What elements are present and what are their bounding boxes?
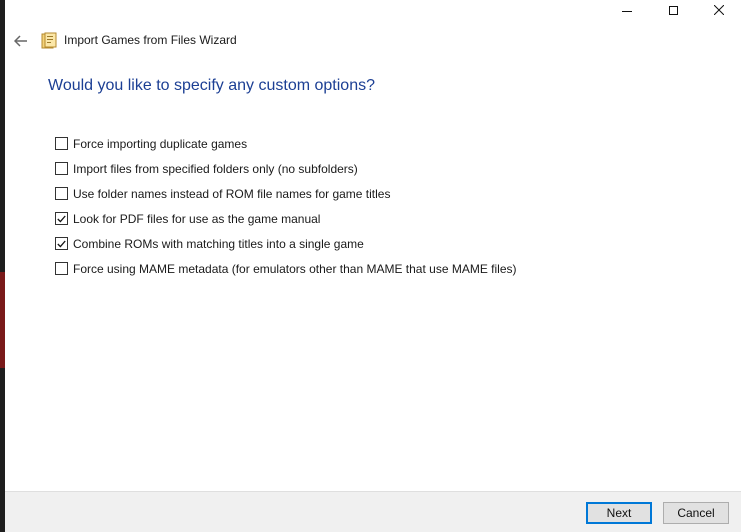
option-label: Import files from specified folders only… — [73, 161, 358, 176]
wizard-window: Import Games from Files Wizard Would you… — [5, 0, 741, 532]
checkmark-icon — [57, 240, 66, 248]
back-button[interactable] — [11, 31, 31, 51]
option-combine-roms[interactable]: Combine ROMs with matching titles into a… — [55, 231, 517, 256]
wizard-footer: Next Cancel — [5, 491, 741, 532]
option-force-duplicates[interactable]: Force importing duplicate games — [55, 131, 517, 156]
option-pdf-manual[interactable]: Look for PDF files for use as the game m… — [55, 206, 517, 231]
maximize-button[interactable] — [650, 0, 696, 20]
option-label: Use folder names instead of ROM file nam… — [73, 186, 391, 201]
window-title: Import Games from Files Wizard — [64, 33, 237, 47]
maximize-icon — [668, 5, 678, 15]
checkmark-icon — [57, 215, 66, 223]
checkbox[interactable] — [55, 162, 68, 175]
option-label: Force importing duplicate games — [73, 136, 248, 151]
option-label: Force using MAME metadata (for emulators… — [73, 261, 517, 276]
checkbox[interactable] — [55, 187, 68, 200]
minimize-icon — [622, 10, 632, 12]
option-specified-folders-only[interactable]: Import files from specified folders only… — [55, 156, 517, 181]
checkbox[interactable] — [55, 262, 68, 275]
minimize-button[interactable] — [604, 0, 650, 20]
arrow-left-icon — [14, 35, 27, 47]
option-label: Look for PDF files for use as the game m… — [73, 211, 321, 226]
page-heading: Would you like to specify any custom opt… — [48, 77, 375, 94]
next-button[interactable]: Next — [586, 502, 652, 524]
cancel-button[interactable]: Cancel — [663, 502, 729, 524]
checkbox[interactable] — [55, 212, 68, 225]
checkbox[interactable] — [55, 137, 68, 150]
option-force-mame-metadata[interactable]: Force using MAME metadata (for emulators… — [55, 256, 517, 281]
folder-icon — [41, 32, 57, 49]
close-button[interactable] — [696, 0, 741, 20]
checkbox[interactable] — [55, 237, 68, 250]
close-icon — [714, 5, 724, 15]
option-label: Combine ROMs with matching titles into a… — [73, 236, 364, 251]
option-folder-names-for-titles[interactable]: Use folder names instead of ROM file nam… — [55, 181, 517, 206]
options-list: Force importing duplicate games Import f… — [55, 131, 517, 281]
